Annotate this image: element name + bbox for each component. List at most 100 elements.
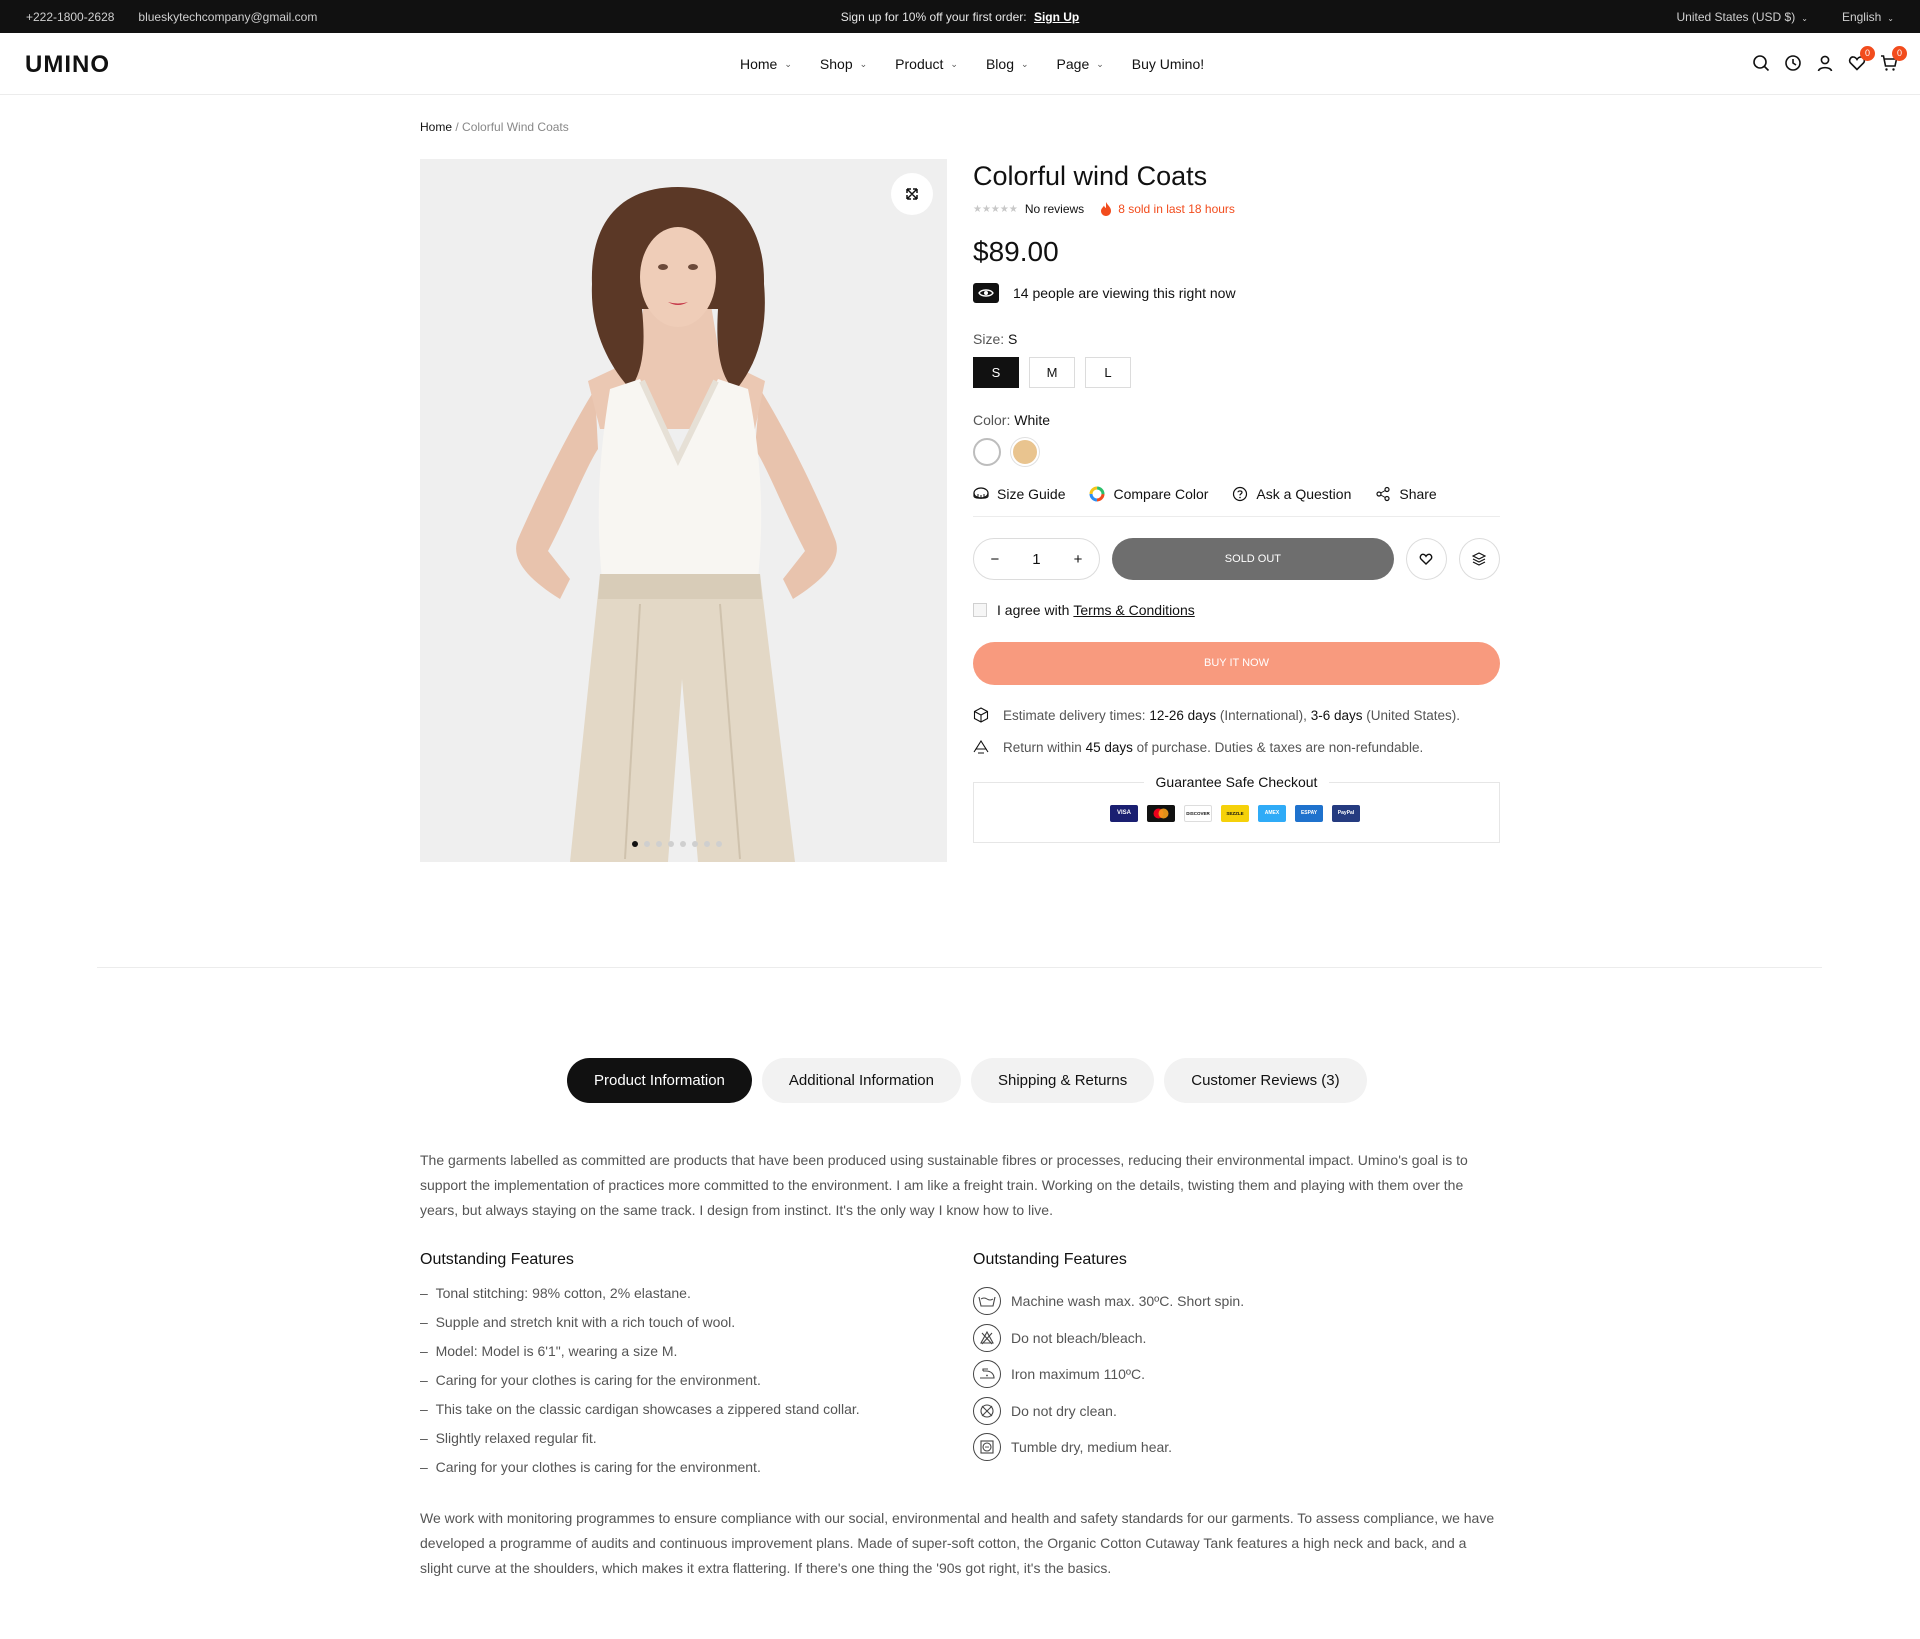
add-to-cart-row: − 1 + SOLD OUT <box>973 538 1500 580</box>
product-tabs: Product Information Additional Informati… <box>567 1058 1367 1103</box>
main-nav: Home ⌄ Shop ⌄ Product ⌄ Blog ⌄ Page ⌄ Buy Umi… <box>740 56 1204 72</box>
product-title: Colorful wind Coats <box>973 161 1208 191</box>
gallery-dot[interactable] <box>656 841 662 847</box>
review-count[interactable]: No reviews <box>1025 202 1084 216</box>
cart-count-badge: 0 <box>1892 46 1907 61</box>
product-price: $89.00 <box>973 236 1059 267</box>
product-links: Size Guide Compare Color Ask a Question … <box>973 486 1500 517</box>
sold-out-button[interactable]: SOLD OUT <box>1111 538 1394 580</box>
description-intro: The garments labelled as committed are p… <box>420 1152 1468 1218</box>
wishlist-icon[interactable]: 0 <box>1848 46 1875 72</box>
color-wheel-icon <box>1089 486 1105 502</box>
gallery-dot[interactable] <box>632 841 638 847</box>
plus-icon[interactable]: + <box>1074 551 1083 568</box>
zoom-button[interactable] <box>891 173 933 215</box>
color-swatch-white[interactable] <box>973 438 1001 466</box>
gallery-dot[interactable] <box>680 841 686 847</box>
heart-icon <box>1420 553 1433 566</box>
nav-item-page[interactable]: Page ⌄ <box>1057 56 1104 72</box>
list-item: – Slightly relaxed regular fit. <box>420 1430 597 1446</box>
chevron-down-icon: ⌄ <box>1096 58 1104 69</box>
top-bar: +222-1800-2628 blueskytechcompany@gmail.… <box>0 0 1920 33</box>
live-viewers: 14 people are viewing this right now <box>973 283 1500 303</box>
no-dry-clean-icon <box>973 1396 1001 1425</box>
list-item: – Supple and stretch knit with a rich to… <box>420 1314 736 1330</box>
paypal-icon: PayPal <box>1332 805 1360 822</box>
features-title: Outstanding Features <box>420 1251 574 1268</box>
chevron-down-icon: ⌄ <box>859 58 868 69</box>
tab-additional-information[interactable]: Additional Information <box>761 1058 961 1103</box>
promo-text: Sign up for 10% off your first order: <box>840 10 1027 24</box>
size-options: S M L <box>973 357 1500 388</box>
description-outro: We work with monitoring programmes to en… <box>420 1510 1495 1576</box>
nav-item-shop[interactable]: Shop ⌄ <box>820 56 867 72</box>
signup-link[interactable]: Sign Up <box>1034 10 1079 24</box>
tab-customer-reviews[interactable]: Customer Reviews (3) <box>1164 1058 1367 1103</box>
terms-agreement: I agree with Terms & Conditions <box>973 602 1500 618</box>
gallery-pagination <box>632 841 722 847</box>
color-options <box>973 438 1500 466</box>
ask-question-link[interactable]: Ask a Question <box>1232 486 1351 502</box>
gallery-dot[interactable] <box>692 841 698 847</box>
terms-link[interactable]: Terms & Conditions <box>1073 602 1194 618</box>
features-list-left: Outstanding Features – Tonal stitching: … <box>420 1251 860 1488</box>
share-icon <box>1376 486 1390 502</box>
chevron-down-icon: ⌄ <box>784 58 792 69</box>
size-label: Size: S <box>973 331 1018 347</box>
wishlist-count-badge: 0 <box>1860 46 1875 61</box>
tab-product-information[interactable]: Product Information <box>567 1058 752 1103</box>
account-icon[interactable] <box>1816 54 1834 72</box>
product-image[interactable] <box>420 159 947 862</box>
minus-icon[interactable]: − <box>991 551 1000 568</box>
features-title: Outstanding Features <box>973 1251 1127 1268</box>
gallery-dot[interactable] <box>704 841 710 847</box>
list-item: – Caring for your clothes is caring for … <box>420 1372 761 1388</box>
share-link[interactable]: Share <box>1375 486 1437 502</box>
breadcrumb-current: Colorful Wind Coats <box>462 120 569 134</box>
quantity-stepper[interactable]: − 1 + <box>973 538 1100 580</box>
amex-icon: AMEX <box>1258 805 1286 822</box>
product-info: Colorful wind Coats ★★★★★ No reviews 8 s… <box>973 159 1500 843</box>
tab-shipping-returns[interactable]: Shipping & Returns <box>971 1058 1155 1103</box>
size-option-l[interactable]: L <box>1085 357 1131 388</box>
rating-stars-icon[interactable]: ★★★★★ <box>973 204 1018 215</box>
terms-checkbox[interactable] <box>973 603 987 617</box>
nav-item-home[interactable]: Home ⌄ <box>740 56 792 72</box>
list-item: – Tonal stitching: 98% cotton, 2% elasta… <box>420 1285 691 1301</box>
site-logo[interactable]: UMINO <box>25 51 110 79</box>
size-option-m[interactable]: M <box>1029 357 1075 388</box>
compare-color-link[interactable]: Compare Color <box>1089 486 1208 502</box>
discover-icon: DISCOVER <box>1184 805 1212 822</box>
buy-now-button[interactable]: BUY IT NOW <box>973 642 1500 685</box>
no-bleach-icon <box>973 1323 1001 1352</box>
gallery-dot[interactable] <box>716 841 722 847</box>
expand-icon <box>906 188 918 200</box>
size-option-s[interactable]: S <box>973 357 1019 388</box>
compare-button[interactable] <box>1458 538 1500 580</box>
list-item: Machine wash max. 30ºC. Short spin. <box>973 1281 1244 1322</box>
cart-icon[interactable]: 0 <box>1880 46 1907 72</box>
wishlist-button[interactable] <box>1405 538 1447 580</box>
breadcrumb-home-link[interactable]: Home <box>420 120 452 134</box>
color-label: Color: White <box>973 412 1051 428</box>
recently-viewed-icon[interactable] <box>1784 54 1802 72</box>
gallery-dot[interactable] <box>644 841 650 847</box>
payment-methods: VISA DISCOVER SEZZLE AMEX ESPAY PayPal <box>1110 805 1360 822</box>
nav-item-product[interactable]: Product ⌄ <box>895 56 958 72</box>
quantity-value[interactable]: 1 <box>1032 551 1040 568</box>
list-item: – This take on the classic cardigan show… <box>420 1401 860 1417</box>
search-icon[interactable] <box>1752 54 1770 72</box>
currency-selector[interactable]: United States (USD $) ⌄ <box>1677 10 1808 24</box>
gallery-dot[interactable] <box>668 841 674 847</box>
color-swatch-beige[interactable] <box>1011 438 1039 466</box>
list-item: – Caring for your clothes is caring for … <box>420 1459 761 1475</box>
chevron-down-icon: ⌄ <box>950 58 958 69</box>
nav-item-buy-umino[interactable]: Buy Umino! <box>1132 56 1204 72</box>
breadcrumb: Home / Colorful Wind Coats <box>420 120 569 134</box>
size-guide-link[interactable]: Size Guide <box>973 486 1065 502</box>
section-divider <box>97 967 1822 968</box>
nav-item-blog[interactable]: Blog ⌄ <box>986 56 1029 72</box>
machine-wash-icon <box>973 1287 1001 1316</box>
delivery-box-icon <box>973 707 989 723</box>
language-selector[interactable]: English ⌄ <box>1842 10 1894 24</box>
